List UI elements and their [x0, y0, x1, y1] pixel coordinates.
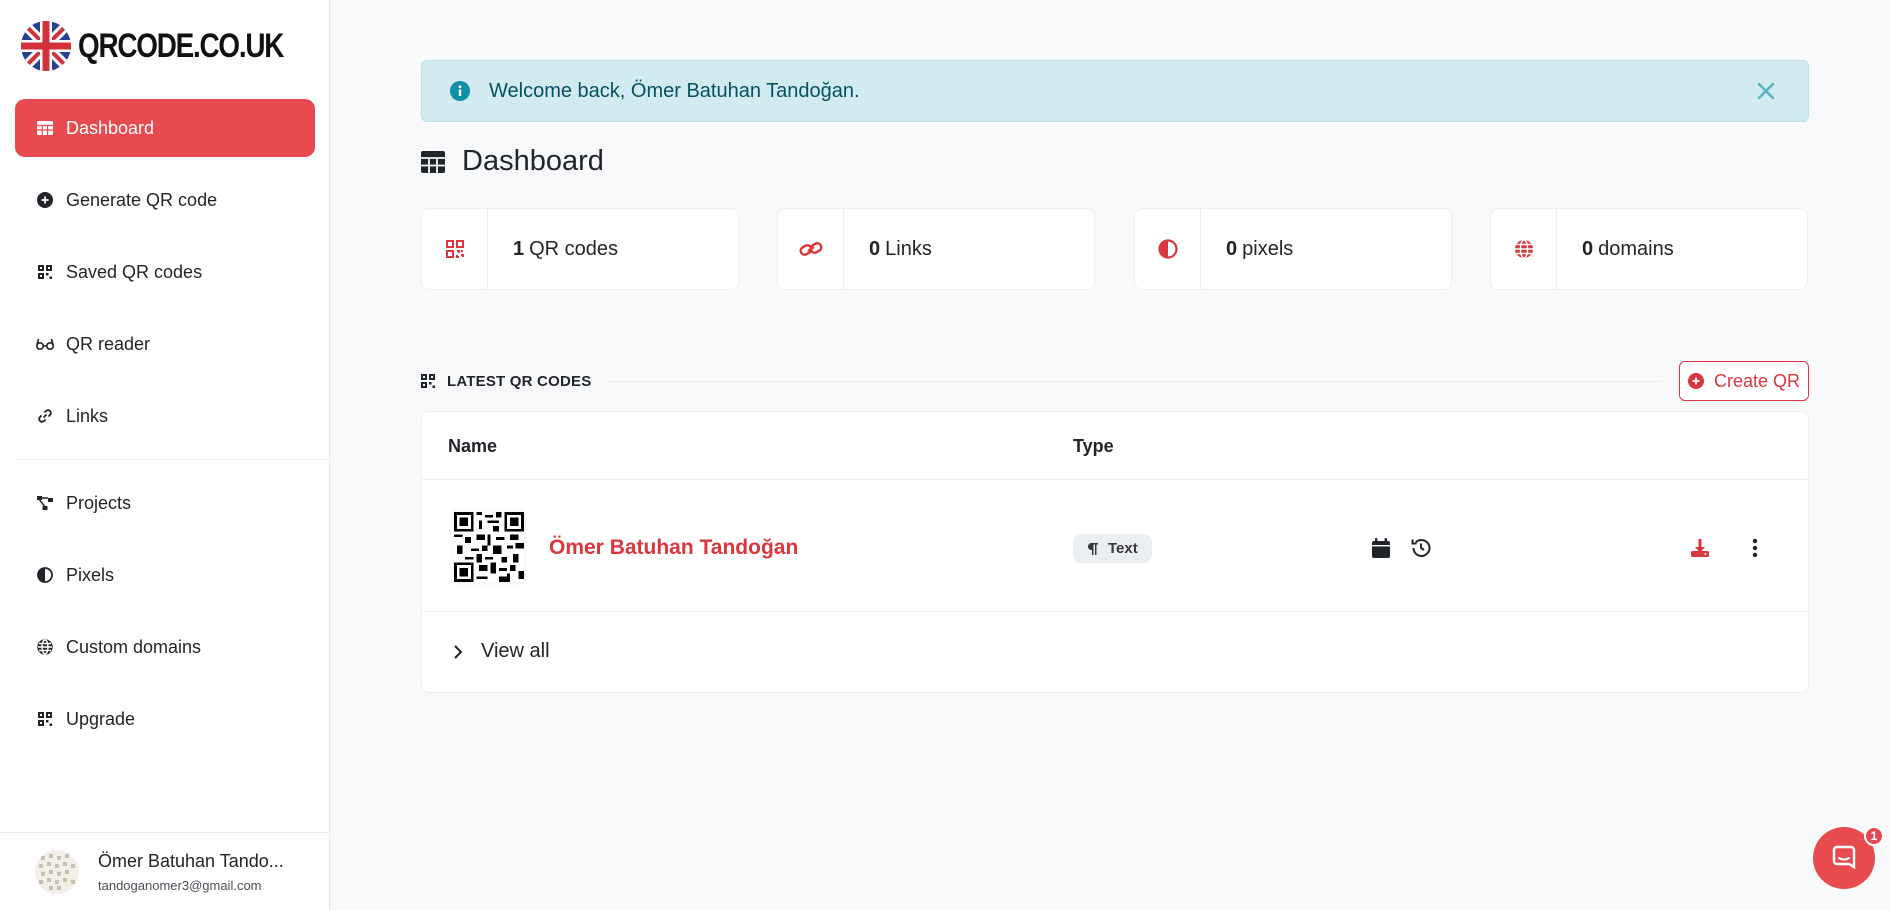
- divider: [422, 611, 1808, 612]
- sidebar-item-label: Saved QR codes: [66, 261, 203, 282]
- stat-card-links[interactable]: 0 Links: [777, 208, 1095, 290]
- qrcode-icon: [421, 374, 435, 388]
- column-header-type: Type: [1073, 436, 1114, 456]
- latest-qr-header: LATEST QR CODES Create QR: [421, 361, 1809, 401]
- logo-text: QRCODE.CO.UK: [78, 26, 284, 65]
- qrcode-icon: [36, 263, 54, 281]
- sidebar-item-pixels[interactable]: Pixels: [15, 546, 315, 604]
- page-title: Dashboard: [421, 145, 604, 178]
- qrcode-icon: [445, 240, 464, 258]
- chat-icon: [1832, 845, 1856, 870]
- link-icon: [799, 242, 822, 256]
- table-icon: [421, 150, 445, 173]
- sidebar-item-label: Dashboard: [66, 117, 155, 138]
- stat-value: 0: [1582, 237, 1594, 260]
- stat-label: domains: [1598, 237, 1674, 260]
- alert-text: Welcome back, Ömer Batuhan Tandoğan.: [489, 79, 860, 102]
- sidebar-nav: Dashboard Generate QR code Saved QR code…: [15, 99, 330, 762]
- view-all-label: View all: [481, 640, 550, 662]
- table-icon: [36, 119, 54, 137]
- create-qr-button[interactable]: Create QR: [1679, 361, 1809, 401]
- view-all-link[interactable]: View all: [451, 640, 550, 663]
- sidebar-item-label: Custom domains: [66, 636, 202, 657]
- uk-flag-icon: [21, 21, 71, 71]
- sidebar-item-upgrade[interactable]: Upgrade: [15, 690, 315, 748]
- sidebar-item-label: QR reader: [66, 333, 151, 354]
- type-badge: Text: [1073, 534, 1152, 563]
- history-button[interactable]: [1409, 536, 1433, 560]
- history-icon: [1411, 539, 1431, 557]
- stat-card-qr-codes[interactable]: 1 QR codes: [421, 208, 739, 290]
- project-diagram-icon: [36, 494, 54, 512]
- sidebar-item-label: Links: [66, 405, 109, 426]
- stat-card-pixels[interactable]: 0 pixels: [1134, 208, 1452, 290]
- info-circle-icon: [450, 81, 470, 101]
- link-icon: [36, 407, 54, 425]
- stat-card-domains[interactable]: 0 domains: [1490, 208, 1808, 290]
- user-email: tandoganomer3@gmail.com: [98, 877, 262, 893]
- sidebar-item-qr-reader[interactable]: QR reader: [15, 315, 315, 373]
- sidebar-item-projects[interactable]: Projects: [15, 474, 315, 532]
- section-title: LATEST QR CODES: [447, 372, 592, 390]
- sidebar-item-dashboard[interactable]: Dashboard: [15, 99, 315, 157]
- stat-value: 1: [513, 237, 525, 260]
- plus-circle-icon: [1687, 373, 1704, 389]
- column-header-name: Name: [448, 436, 498, 456]
- sidebar-item-generate-qr[interactable]: Generate QR code: [15, 171, 315, 229]
- close-icon[interactable]: [1754, 79, 1778, 103]
- user-profile[interactable]: Ömer Batuhan Tando... tandoganomer3@gmai…: [0, 832, 330, 910]
- sidebar-item-custom-domains[interactable]: Custom domains: [15, 618, 315, 676]
- calendar-button[interactable]: [1369, 536, 1393, 560]
- page-title-text: Dashboard: [462, 145, 604, 177]
- sidebar-item-saved-qr[interactable]: Saved QR codes: [15, 243, 315, 301]
- download-icon: [1691, 539, 1709, 557]
- user-name: Ömer Batuhan Tando...: [98, 850, 284, 871]
- qr-code-image: [454, 512, 524, 582]
- glasses-icon: [36, 335, 54, 353]
- sidebar-item-label: Projects: [66, 492, 132, 513]
- create-qr-label: Create QR: [1713, 370, 1801, 391]
- stat-label: Links: [885, 237, 932, 260]
- sidebar: QRCODE.CO.UK Dashboard Generate QR code …: [0, 0, 330, 910]
- sidebar-item-links[interactable]: Links: [15, 387, 315, 445]
- globe-icon: [1514, 239, 1533, 259]
- qr-code-thumbnail[interactable]: [451, 509, 527, 585]
- ellipsis-vertical-icon: [1752, 538, 1758, 558]
- sidebar-item-label: Pixels: [66, 564, 115, 585]
- stat-label: pixels: [1242, 237, 1294, 260]
- avatar: [35, 849, 79, 894]
- stat-label: QR codes: [529, 237, 619, 260]
- sidebar-item-label: Upgrade: [66, 708, 136, 729]
- logo[interactable]: QRCODE.CO.UK: [20, 20, 328, 72]
- calendar-icon: [1372, 538, 1390, 558]
- stat-value: 0: [869, 237, 881, 260]
- chevron-right-icon: [454, 644, 463, 659]
- sidebar-divider: [15, 459, 330, 460]
- qrcode-icon: [36, 710, 54, 728]
- welcome-alert: Welcome back, Ömer Batuhan Tandoğan.: [421, 60, 1809, 122]
- divider: [422, 479, 1808, 480]
- qr-name-link[interactable]: Ömer Batuhan Tandoğan: [549, 536, 798, 560]
- plus-circle-icon: [36, 191, 54, 209]
- sidebar-item-label: Generate QR code: [66, 189, 218, 210]
- notification-badge: 1: [1864, 826, 1884, 846]
- divider: [609, 380, 1661, 382]
- paragraph-icon: [1087, 542, 1098, 555]
- globe-icon: [36, 638, 54, 656]
- more-options-button[interactable]: [1743, 536, 1767, 560]
- latest-qr-table: Name Type Ömer Batuhan Tandoğan Text Vie…: [421, 411, 1809, 693]
- type-label: Text: [1108, 540, 1138, 557]
- adjust-icon: [36, 566, 54, 584]
- download-button[interactable]: [1688, 536, 1712, 560]
- stat-value: 0: [1226, 237, 1238, 260]
- adjust-icon: [1157, 239, 1178, 259]
